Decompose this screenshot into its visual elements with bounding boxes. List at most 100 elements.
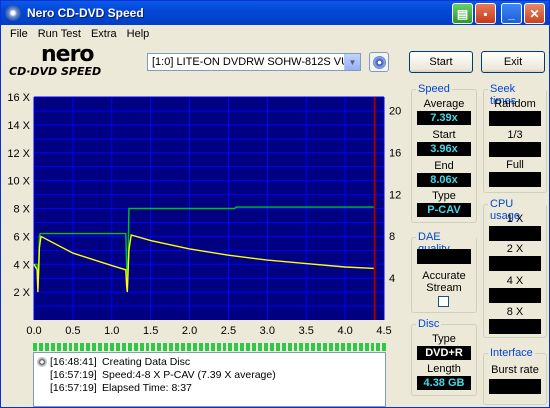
y-tick-label: 8 X <box>13 204 30 216</box>
x-tick-label: 4.0 <box>337 325 352 337</box>
disc-icon <box>37 356 47 367</box>
progress-segment <box>50 343 55 351</box>
nero-logo: nero CD·DVD SPEED <box>7 42 147 81</box>
disc-icon <box>372 55 386 69</box>
progress-segment <box>246 343 251 351</box>
start-label: Start <box>432 129 456 141</box>
progress-segment <box>311 343 316 351</box>
disc-group: Disc Type DVD+R Length 4.38 GB <box>411 318 477 396</box>
progress-segment <box>139 343 144 351</box>
app-extra-icon[interactable]: ▤ <box>452 3 473 24</box>
progress-segment <box>340 343 345 351</box>
y-right-tick-label: 20 <box>389 106 401 118</box>
progress-segment <box>323 343 328 351</box>
title-bar: Nero CD-DVD Speed ▤ ▪ _ ✕ <box>1 1 549 25</box>
cpu-1x-value <box>489 226 541 241</box>
dae-quality-group: DAE quality Accurate Stream <box>411 231 477 313</box>
close-icon[interactable]: ✕ <box>524 3 545 24</box>
progress-segment <box>376 343 381 351</box>
y-right-tick-label: 4 <box>389 273 395 285</box>
progress-segment <box>252 343 257 351</box>
accurate-stream-checkbox[interactable] <box>438 296 449 307</box>
progress-segment <box>317 343 322 351</box>
progress-segment <box>68 343 73 351</box>
average-label: Average <box>423 98 465 110</box>
progress-segment <box>240 343 245 351</box>
progress-segment <box>258 343 262 351</box>
progress-segment <box>33 343 37 351</box>
menu-extra[interactable]: Extra <box>86 28 122 40</box>
burst-rate-label: Burst rate <box>491 364 539 376</box>
progress-segment <box>222 343 227 351</box>
y-tick-label: 12 X <box>7 148 30 160</box>
menu-run-test[interactable]: Run Test <box>33 28 86 40</box>
y-tick-label: 10 X <box>7 176 30 188</box>
speed-group: Speed Average 7.39x Start 3.96x End 8.06… <box>411 83 477 223</box>
y-right-tick-label: 12 <box>389 189 401 201</box>
y-right-tick-label: 8 <box>389 231 395 243</box>
progress-segment <box>293 343 298 351</box>
log-entry: [16:48:41] Creating Data Disc <box>37 355 382 368</box>
x-tick-label: 2.0 <box>182 325 197 337</box>
progress-segment <box>115 343 120 351</box>
progress-segment <box>269 343 274 351</box>
cpu-8x-label: 8 X <box>506 306 524 318</box>
progress-segment <box>151 343 156 351</box>
progress-segment <box>364 343 369 351</box>
full-value <box>489 172 541 187</box>
speed-group-title: Speed <box>416 83 452 95</box>
interface-group: Interface Burst rate <box>483 347 547 405</box>
progress-segment <box>86 343 91 351</box>
start-button[interactable]: Start <box>409 51 473 73</box>
progress-segment <box>56 343 61 351</box>
progress-segment <box>198 343 203 351</box>
progress-segment <box>305 343 310 351</box>
progress-segment <box>263 343 268 351</box>
disc-length-label: Length <box>427 363 461 375</box>
progress-segment <box>157 343 162 351</box>
exit-button[interactable]: Exit <box>481 51 545 73</box>
progress-segment <box>382 343 387 351</box>
eject-disc-button[interactable] <box>369 52 389 72</box>
progress-segment <box>275 343 280 351</box>
random-label: Random <box>494 98 536 110</box>
x-tick-label: 1.5 <box>143 325 158 337</box>
progress-segment <box>287 343 292 351</box>
minimize-icon[interactable]: _ <box>501 3 522 24</box>
progress-segment <box>234 343 239 351</box>
progress-segment <box>145 343 150 351</box>
accurate-stream-label: Accurate Stream <box>422 270 466 294</box>
progress-segment <box>133 343 138 351</box>
menu-help[interactable]: Help <box>122 28 155 40</box>
progress-segment <box>62 343 67 351</box>
x-tick-label: 0.5 <box>65 325 80 337</box>
progress-segment <box>92 343 97 351</box>
cpu-4x-label: 4 X <box>506 275 524 287</box>
progress-segment <box>74 343 79 351</box>
logo-product: CD·DVD SPEED <box>9 65 102 78</box>
progress-segment <box>358 343 363 351</box>
y-right-tick-label: 16 <box>389 147 401 159</box>
drive-select[interactable]: [1:0] LITE-ON DVDRW SOHW-812S VUS0N ▼ <box>147 53 361 71</box>
log-panel[interactable]: [16:48:41] Creating Data Disc [16:57:19]… <box>33 352 386 407</box>
progress-segment <box>98 343 103 351</box>
menu-bar: File Run Test Extra Help <box>1 25 549 43</box>
cpu-usage-group: CPU usage 1 X 2 X 4 X 8 X <box>483 198 547 338</box>
progress-segment <box>109 343 114 351</box>
third-label: 1/3 <box>507 129 523 141</box>
cpu-2x-label: 2 X <box>506 243 524 255</box>
progress-bar <box>33 343 387 351</box>
window-title: Nero CD-DVD Speed <box>27 6 144 20</box>
progress-segment <box>299 343 304 351</box>
progress-segment <box>175 343 180 351</box>
progress-segment <box>192 343 197 351</box>
end-value: 8.06x <box>417 173 471 187</box>
disc-icon <box>5 5 21 21</box>
dae-quality-value <box>417 249 471 264</box>
app-close-icon[interactable]: ▪ <box>475 3 496 24</box>
chevron-down-icon[interactable]: ▼ <box>344 54 360 70</box>
cpu-4x-value <box>489 288 541 303</box>
x-tick-label: 4.5 <box>376 325 391 337</box>
progress-segment <box>38 343 43 351</box>
menu-file[interactable]: File <box>5 28 33 40</box>
